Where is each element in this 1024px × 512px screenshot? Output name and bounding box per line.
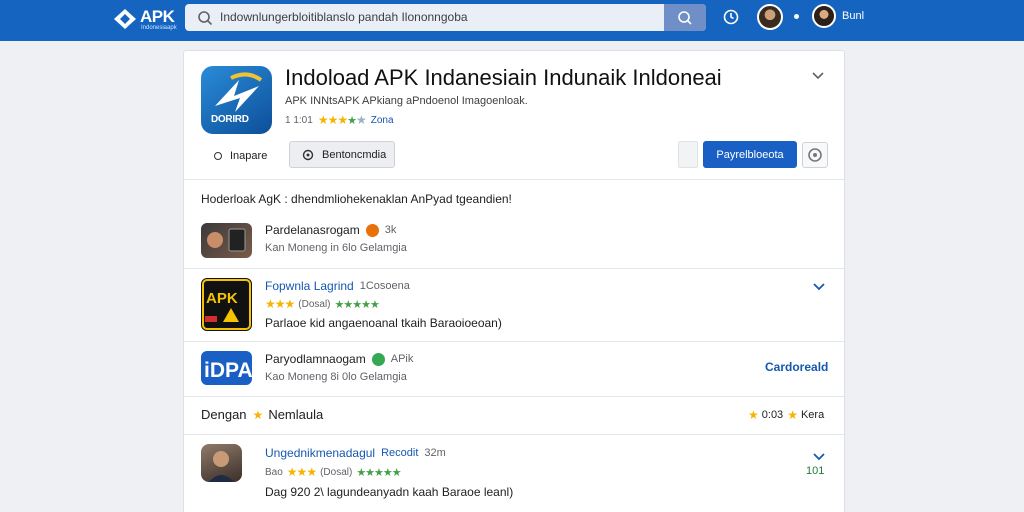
avatar[interactable] (757, 4, 783, 30)
divider (184, 268, 844, 269)
clock-icon[interactable] (722, 8, 740, 26)
user-avatar[interactable] (812, 4, 836, 28)
top-bar: APK Indonesiaapk Indownlungerbloitiblans… (0, 0, 1024, 41)
search-button[interactable] (664, 4, 706, 31)
star-rating-icon: ★★★★★ (317, 113, 367, 127)
chevron-down-icon[interactable] (812, 72, 824, 80)
green-stars-icon: ★★★★★ (356, 466, 401, 479)
radio-icon (214, 152, 222, 160)
item-tag: 1Cosoena (359, 280, 410, 292)
item-name: Pardelanasrogam 3k (265, 223, 397, 237)
app-icon: DORIRD (201, 66, 272, 134)
radio-label: Inapare (230, 150, 268, 162)
item-name: Fopwnla Lagrind 1Cosoena (265, 279, 410, 293)
bookmark-button[interactable] (678, 141, 698, 168)
app-subtitle: APK INNtsAPK APkiang aPndoenol Imagoenlo… (285, 95, 528, 107)
review-text: Dag 920 2\ lagundeanyadn kaah Baraoe lea… (265, 485, 514, 499)
star-rating-icon: ★★★ (286, 465, 317, 479)
star-icon: ★ (748, 408, 759, 422)
app-card: DORIRD Indoload APK Indanesiain Indunaik… (183, 50, 845, 512)
logo-text: APK (140, 7, 175, 26)
search-submit-icon (678, 11, 692, 25)
item-thumbnail: iDPA (201, 351, 252, 385)
rating-value: 1 1:01 (285, 114, 313, 126)
logo-subtitle: Indonesiaapk (141, 25, 177, 31)
svg-text:APK: APK (206, 290, 238, 307)
star-icon: ★ (252, 407, 264, 422)
item-action-link[interactable]: Cardoreald (765, 360, 828, 374)
chevron-down-icon[interactable] (813, 283, 825, 291)
secondary-button-label: Bentoncmdia (322, 148, 387, 161)
reviews-prefix: Dengan (201, 407, 247, 422)
tag-icon (365, 223, 379, 237)
review-count: 101 (806, 465, 825, 477)
search-input[interactable]: Indownlungerbloitiblanslo pandah Ilononn… (220, 10, 468, 24)
action-row: Inapare Bentoncmdia Payrelbloeota (184, 141, 844, 177)
star-rating-icon: ★★★ (265, 297, 295, 311)
item-rating: ★★★ (Dosal) ★★★★★ (265, 297, 380, 311)
divider (184, 341, 844, 342)
green-stars-icon: ★★★★★ (334, 298, 380, 311)
item-thumbnail: APK (201, 278, 252, 331)
chevron-down-icon[interactable] (813, 453, 825, 461)
review-time: 32m (424, 447, 446, 459)
tag-icon (371, 352, 385, 366)
item-tag: 3k (384, 224, 397, 236)
app-icon-label: DORIRD (211, 114, 249, 125)
divider (184, 434, 844, 435)
item-thumbnail (201, 223, 252, 258)
search-icon (198, 11, 213, 26)
reviewer-name: Ungednikmenadagul Recodit 32m (265, 446, 446, 460)
site-logo[interactable]: APK Indonesiaapk (113, 6, 185, 34)
review-rating: Bao ★★★ (Dosal) ★★★★★ (265, 465, 402, 479)
star-icon: ★ (787, 408, 798, 422)
apk-logo-icon (114, 9, 136, 29)
item-description: Parlaoe kid angaenoanal tkaih Baraoioeoa… (265, 316, 502, 330)
reviews-score: ★ 0:03 ★ Kera (748, 408, 825, 422)
settings-button[interactable] (802, 142, 828, 168)
secondary-button[interactable]: Bentoncmdia (289, 141, 395, 168)
item-name: Paryodlamnaogam APik (265, 352, 414, 366)
compare-radio[interactable]: Inapare (214, 150, 267, 162)
share-icon (302, 149, 314, 160)
item-meta: Kan Moneng in 6lo Gelamgia (265, 242, 407, 254)
section-title: Hoderloak AgK : dhendmliohekenaklan AnPy… (201, 192, 512, 206)
user-name[interactable]: Bunl (842, 10, 864, 22)
download-button[interactable]: Payrelbloeota (703, 141, 797, 168)
svg-text:iDPA: iDPA (204, 359, 252, 382)
reviews-label: Nemlaula (268, 407, 324, 422)
reviews-header: Dengan ★ Nemlaula (201, 407, 323, 422)
rating-tag[interactable]: Zona (371, 115, 394, 126)
item-meta: Kao Moneng 8i 0lo Gelamgia (265, 371, 407, 383)
app-rating: 1 1:01 ★★★★★ Zona (285, 113, 394, 127)
reviewer-avatar[interactable] (201, 444, 242, 482)
separator-dot (794, 14, 799, 19)
divider (184, 179, 844, 180)
app-title: Indoload APK Indanesiain Indunaik Inldon… (285, 65, 722, 90)
gear-icon (808, 148, 822, 162)
divider (184, 396, 844, 397)
item-tag: APik (390, 353, 414, 365)
search-bar[interactable]: Indownlungerbloitiblanslo pandah Ilononn… (185, 4, 706, 31)
